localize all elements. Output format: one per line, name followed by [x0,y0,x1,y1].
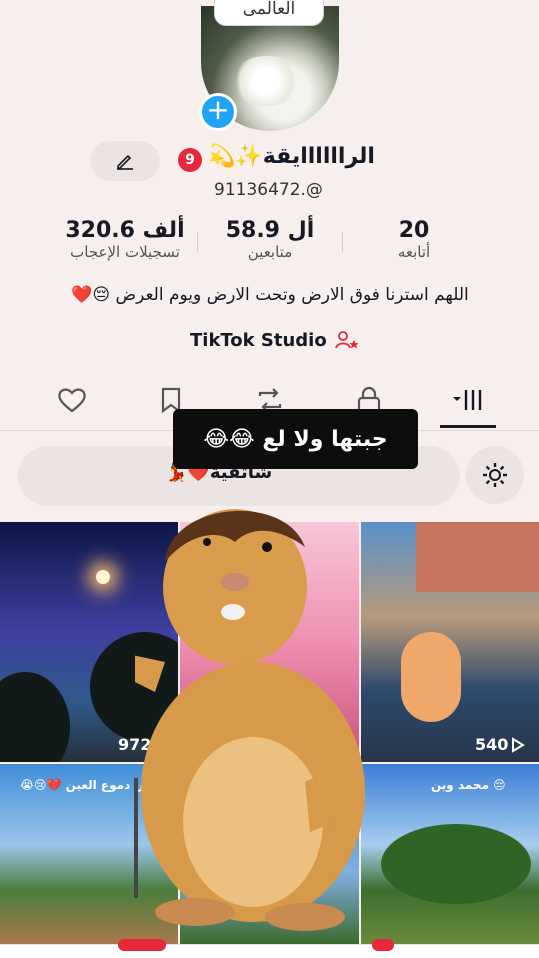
stat-likes-label: تسجيلات الإعجاب [70,243,180,261]
notification-badge[interactable]: 9 [178,148,202,172]
nav-badge [372,939,394,951]
grid-icon [453,390,482,410]
gear-icon [483,463,507,487]
video-thumbnail[interactable]: 540 [361,522,539,762]
view-count: 540 [475,735,526,754]
play-icon [512,736,526,753]
profile-bio: اللهم استرنا فوق الارض وتحت الارض ويوم ا… [71,285,469,305]
stat-followers-value: 58.9 أل [225,218,315,243]
video-caption: 😔 محمد وين [431,778,506,792]
stat-divider [197,232,198,252]
profile-handle: 91136472.@ [214,180,323,200]
tab-liked[interactable] [54,382,90,418]
profile-name: الراااااايقة✨💫 [208,144,375,169]
studio-label: TikTok Studio [190,329,327,351]
stat-likes-value: 320.6 ألف [65,218,185,243]
edit-profile-button[interactable] [90,141,160,181]
stat-following-label: أتابعه [397,243,431,261]
stat-divider [342,232,343,252]
video-caption-overlay: جبتها ولا لع 😂😂 [173,409,418,469]
nav-badge [118,939,166,951]
settings-button[interactable] [466,446,524,504]
add-story-button[interactable]: + [199,93,237,131]
hamster-sticker [135,509,365,931]
tiktok-studio-link[interactable]: TikTok Studio [190,329,359,351]
tab-videos[interactable] [452,382,488,418]
avatar-flower-image [231,56,301,106]
stat-followers-label: متابعين [247,243,293,261]
building-image [416,522,539,592]
heart-icon [58,388,86,413]
active-tab-indicator [440,425,496,428]
stat-following[interactable]: 20 أتابعه [384,218,444,261]
pencil-icon [117,154,133,170]
video-thumbnail[interactable]: 😔 محمد وين [361,764,539,944]
view-count-value: 540 [475,735,509,754]
stat-following-value: 20 [398,218,430,243]
user-star-icon [334,331,359,349]
moon-image [96,570,110,584]
tree-image [381,824,531,904]
hand-image [401,632,461,722]
stat-likes[interactable]: 320.6 ألف تسجيلات الإعجاب [55,218,195,261]
stat-followers[interactable]: 58.9 أل متابعين [220,218,320,261]
bottom-navigation [0,939,539,958]
tree-silhouette [0,672,70,762]
top-badge: العالمى [214,0,324,26]
